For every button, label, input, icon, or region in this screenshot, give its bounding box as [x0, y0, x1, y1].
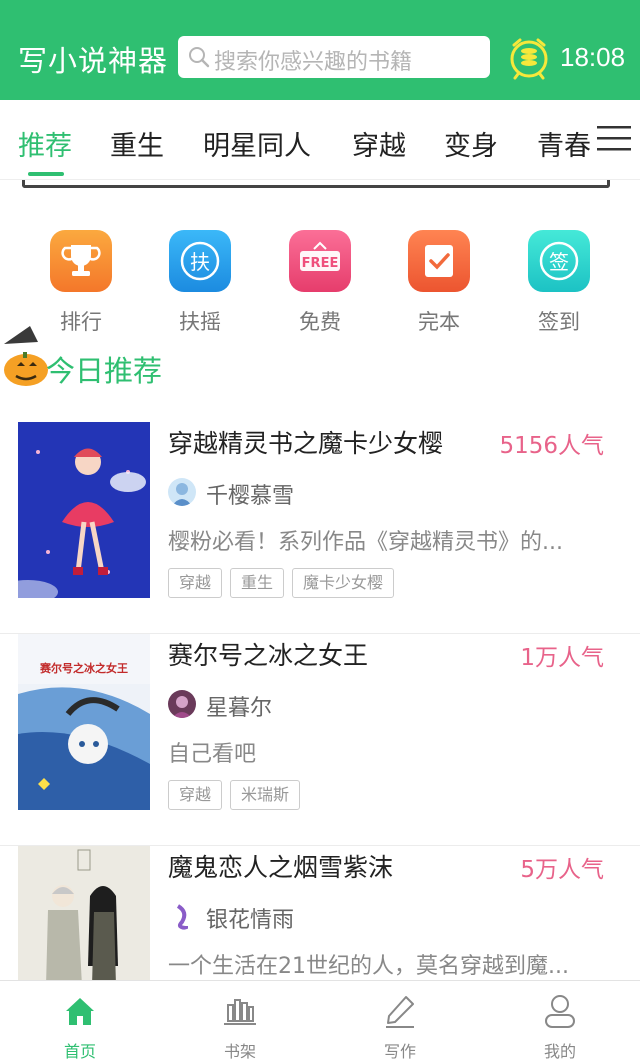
section-title: 今日推荐: [46, 354, 163, 388]
signin-glyph: 签: [549, 250, 569, 274]
nav-home-label: 首页: [63, 1042, 96, 1061]
author-name: 千樱慕雪: [206, 484, 295, 509]
fuyao-glyph: 扶: [190, 250, 210, 274]
cover-text: 赛尔号之冰之女王: [39, 661, 128, 675]
signin-button[interactable]: 签: [528, 230, 590, 292]
top-bar: 写小说神器 搜索你感兴趣的书籍 18:08: [0, 0, 640, 100]
nav-bookshelf[interactable]: 书架: [200, 981, 280, 1063]
tag-list: 穿越 重生 魔卡少女樱: [168, 568, 395, 598]
fuyao-icon: 扶: [180, 241, 220, 281]
home-icon: [66, 998, 94, 1025]
tag[interactable]: 魔卡少女樱: [292, 568, 395, 598]
search-icon: [189, 47, 210, 68]
free-button[interactable]: FREE: [289, 230, 351, 292]
author-avatar: [168, 902, 196, 930]
book-title[interactable]: 赛尔号之冰之女王: [168, 636, 368, 672]
rank-button[interactable]: [50, 230, 112, 292]
author-avatar: [168, 478, 196, 506]
search-placeholder: 搜索你感兴趣的书籍: [214, 50, 413, 75]
book-cover[interactable]: [18, 422, 150, 598]
tab-youth[interactable]: 青春: [537, 124, 591, 163]
alarm-coin-icon[interactable]: [505, 33, 553, 81]
fuyao-button[interactable]: 扶: [169, 230, 231, 292]
tag-list: 穿越 米瑞斯: [168, 780, 301, 810]
popularity-count: 1万人气: [520, 645, 604, 671]
tab-time-travel[interactable]: 穿越: [352, 124, 406, 163]
book-description: 一个生活在21世纪的人，莫名穿越到魔...: [168, 954, 569, 979]
author-avatar: [168, 690, 196, 718]
book-item[interactable]: 穿越精灵书之魔卡少女樱 5156人气 千樱慕雪 樱粉必看！系列作品《穿越精灵书》…: [0, 422, 640, 634]
tag[interactable]: 重生: [230, 568, 285, 598]
menu-icon[interactable]: [597, 124, 631, 154]
user-icon: [545, 995, 575, 1028]
trophy-icon: [61, 245, 101, 276]
bookshelf-icon: [224, 999, 256, 1025]
status-clock: 18:08: [560, 42, 626, 72]
free-glyph: FREE: [302, 256, 339, 271]
nav-profile-label: 我的: [543, 1042, 576, 1061]
complete-button[interactable]: [408, 230, 470, 292]
signin-icon: 签: [539, 241, 579, 281]
category-tabs: 推荐 重生 明星同人 穿越 变身 青春: [0, 100, 640, 180]
tag[interactable]: 米瑞斯: [230, 780, 301, 810]
nav-write-label: 写作: [383, 1042, 416, 1061]
free-icon: FREE: [300, 241, 340, 271]
popularity-count: 5万人气: [520, 857, 604, 883]
rank-label: 排行: [60, 310, 102, 334]
banner-bottom-edge[interactable]: [22, 180, 610, 188]
popularity-count: 5156人气: [499, 433, 604, 459]
halloween-pumpkin-icon: [4, 326, 48, 386]
search-input[interactable]: 搜索你感兴趣的书籍: [178, 36, 490, 78]
nav-bookshelf-label: 书架: [223, 1042, 256, 1061]
tag[interactable]: 穿越: [168, 568, 223, 598]
complete-icon: [425, 245, 453, 277]
book-title[interactable]: 穿越精灵书之魔卡少女樱: [168, 424, 443, 460]
signin-label: 签到: [538, 310, 580, 334]
active-tab-indicator: [28, 172, 64, 176]
complete-label: 完本: [418, 310, 460, 334]
nav-write[interactable]: 写作: [360, 981, 440, 1063]
book-title[interactable]: 魔鬼恋人之烟雪紫沫: [168, 848, 393, 884]
fuyao-label: 扶摇: [179, 310, 221, 334]
book-cover[interactable]: 赛尔号之冰之女王: [18, 634, 150, 810]
pencil-icon: [386, 996, 414, 1028]
author-name: 星暮尔: [206, 696, 273, 721]
book-description: 樱粉必看！系列作品《穿越精灵书》的...: [168, 530, 563, 555]
tag[interactable]: 穿越: [168, 780, 223, 810]
free-label: 免费: [299, 310, 341, 334]
tab-rebirth[interactable]: 重生: [110, 124, 164, 163]
app-title: 写小说神器: [18, 44, 169, 78]
tab-celebrity-fanfic[interactable]: 明星同人: [203, 124, 311, 163]
book-item[interactable]: 赛尔号之冰之女王 赛尔号之冰之女王 1万人气 星暮尔 自己看吧 穿越 米瑞斯: [0, 634, 640, 846]
nav-profile[interactable]: 我的: [520, 981, 600, 1063]
nav-home[interactable]: 首页: [40, 981, 120, 1063]
bottom-navigation: 首页 书架 写作 我的: [0, 980, 640, 1063]
author-name: 银花情雨: [206, 908, 295, 933]
tab-transform[interactable]: 变身: [444, 124, 498, 163]
book-description: 自己看吧: [168, 742, 257, 767]
tab-recommend[interactable]: 推荐: [18, 124, 72, 163]
